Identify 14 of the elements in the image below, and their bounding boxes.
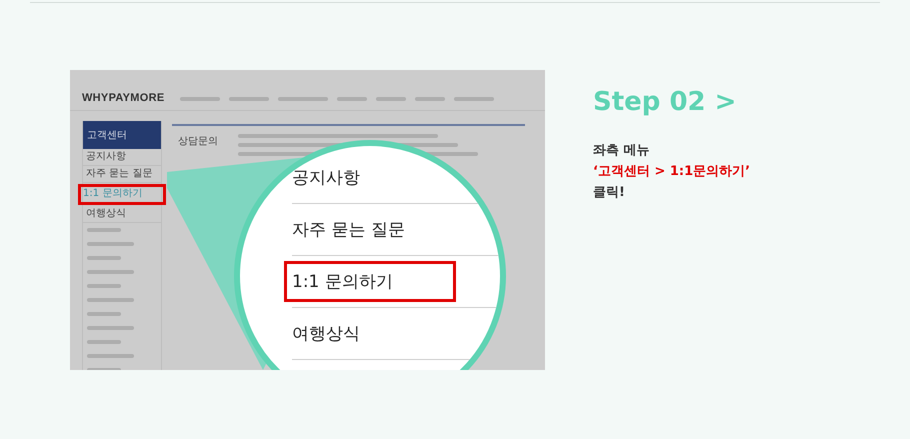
menu-item[interactable]: 1:1 문의하기 [284, 261, 456, 302]
step-title: Step 02 > [593, 87, 738, 117]
section-label: 상담문의 [178, 135, 218, 149]
sidebar-item[interactable]: 공지사항 [83, 149, 161, 166]
instruction-text: 좌측 메뉴 [593, 142, 651, 160]
logo: WHYPAYMORE [82, 92, 164, 104]
instruction-text: 클릭! [593, 184, 626, 202]
menu-item[interactable]: 공지사항 [284, 160, 368, 195]
sidebar-item[interactable]: 자주 묻는 질문 [83, 166, 161, 183]
instruction-text: ‘고객센터 > 1:1문의하기’ [593, 163, 750, 181]
sidebar-item[interactable]: 여행상식 [83, 206, 161, 223]
menu-item[interactable]: 자주 묻는 질문 [284, 212, 413, 247]
menu-item[interactable]: 여행상식 [284, 316, 368, 351]
sidebar-title: 고객센터 [83, 121, 161, 149]
